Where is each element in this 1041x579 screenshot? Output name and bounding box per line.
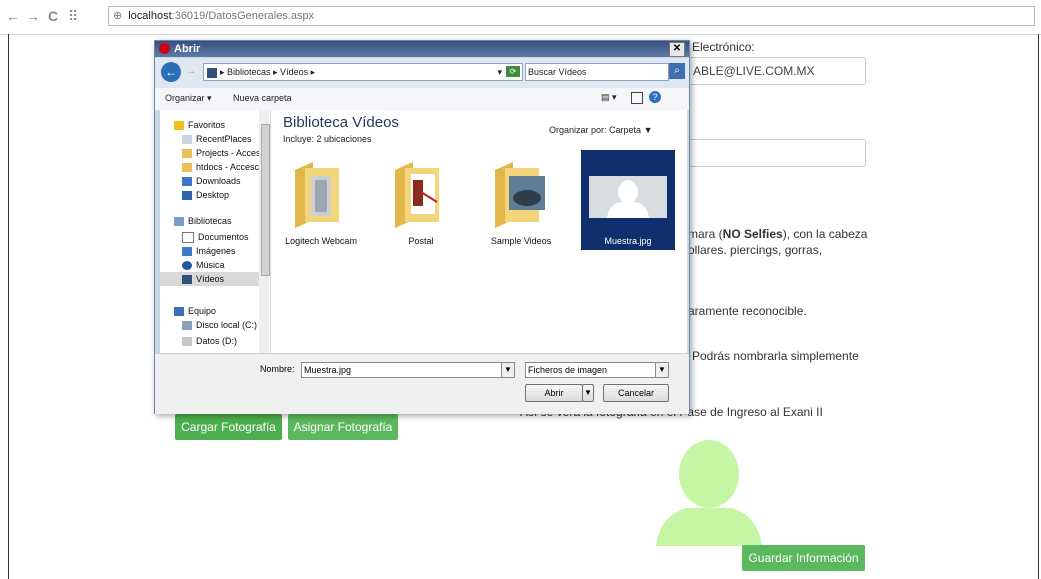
site-info-icon[interactable]: ⊕ (113, 10, 122, 22)
file-item[interactable]: Logitech Webcam (271, 150, 371, 250)
file-item-label: Sample Videos (490, 236, 552, 246)
organize-menu[interactable]: Organizar ▾ (165, 93, 212, 104)
open-options-icon[interactable]: ▼ (582, 384, 594, 402)
drive-icon (182, 321, 192, 331)
star-icon (174, 121, 184, 131)
nav-images[interactable]: Imágenes (182, 244, 236, 258)
file-item-selected[interactable]: Muestra.jpg (581, 150, 675, 250)
dialog-toolbar: Organizar ▾ Nueva carpeta ▤ ▾ ? (155, 88, 689, 111)
instructions-line-4: Podrás nombrarla simplemente (692, 349, 859, 363)
nav-projects[interactable]: Projects - Acces (182, 146, 261, 160)
back-icon[interactable]: ← (6, 8, 20, 24)
nav-disk-c[interactable]: Disco local (C:) (182, 318, 257, 332)
nav-desktop[interactable]: Desktop (182, 188, 229, 202)
library-icon (174, 217, 184, 227)
nav-recent[interactable]: RecentPlaces (182, 132, 252, 146)
email-label: Electrónico: (692, 40, 755, 54)
close-icon[interactable]: ✕ (669, 42, 685, 57)
upload-photo-button[interactable]: Cargar Fotografía (175, 414, 282, 440)
search-icon[interactable]: ⌕ (669, 63, 685, 79)
nav-videos[interactable]: Vídeos (160, 272, 259, 286)
url-host: localhost (128, 10, 172, 22)
nav-music[interactable]: Música (182, 258, 225, 272)
browser-toolbar: ← → C ⠿ ⊕ localhost:36019/DatosGenerales.… (0, 0, 1041, 35)
new-folder-button[interactable]: Nueva carpeta (233, 93, 292, 103)
desktop-icon (182, 191, 192, 201)
folder-icon (182, 149, 192, 159)
dialog-titlebar: Abrir ✕ (155, 41, 689, 57)
dialog-footer: Nombre: Muestra.jpg ▼ Ficheros de imagen… (155, 353, 689, 414)
nav-htdocs[interactable]: htdocs - Accesc (182, 160, 259, 174)
preview-pane-icon[interactable] (631, 92, 643, 104)
chevron-down-icon[interactable]: ▾ (497, 64, 502, 80)
viewport-border-right (1038, 34, 1039, 579)
image-icon (182, 247, 192, 257)
file-item-label: Logitech Webcam (285, 236, 357, 246)
url-path: :36019/DatosGenerales.aspx (171, 10, 315, 22)
reload-icon[interactable]: C (48, 8, 58, 24)
cancel-button[interactable]: Cancelar (603, 384, 669, 402)
text-field[interactable] (688, 139, 866, 167)
video-icon (182, 275, 192, 285)
folder-icon (495, 162, 545, 228)
chevron-down-icon[interactable]: ▼ (501, 362, 515, 378)
nav-documents[interactable]: Documentos (182, 230, 249, 244)
open-button[interactable]: Abrir (525, 384, 583, 402)
library-title: Biblioteca Vídeos (283, 114, 399, 131)
view-options-icon[interactable]: ▤ ▾ (601, 92, 617, 103)
navigation-pane: Favoritos RecentPlaces Projects - Acces … (160, 110, 271, 353)
file-list: Biblioteca Vídeos Incluye: 2 ubicaciones… (271, 110, 687, 353)
save-info-button[interactable]: Guardar Información (742, 545, 865, 571)
nav-computer[interactable]: Equipo (174, 304, 216, 318)
forward-icon[interactable]: → (26, 8, 40, 24)
viewport-border-left (8, 34, 9, 579)
recent-icon (182, 135, 192, 145)
library-subtitle: Incluye: 2 ubicaciones (283, 134, 372, 144)
nav-favorites[interactable]: Favoritos (174, 118, 225, 132)
drive-icon (182, 337, 192, 347)
forward-arrow-icon[interactable]: → (183, 64, 199, 80)
file-item-label: Postal (408, 236, 434, 246)
file-item[interactable]: Postal (371, 150, 471, 250)
opera-icon (159, 43, 170, 54)
folder-icon (182, 163, 192, 173)
instructions-line-3: aramente reconocible. (688, 304, 807, 318)
apps-icon[interactable]: ⠿ (68, 8, 78, 25)
folder-icon (295, 162, 339, 228)
folder-icon (395, 162, 439, 228)
download-icon (182, 177, 192, 187)
nav-disk-d[interactable]: Datos (D:) (182, 334, 237, 348)
chevron-down-icon[interactable]: ▼ (655, 362, 669, 378)
assign-photo-button[interactable]: Asignar Fotografía (288, 414, 398, 440)
document-icon (182, 232, 194, 244)
breadcrumb[interactable]: ▸ Bibliotecas ▸ Vídeos ▸ ▾ ⟳ (203, 63, 523, 81)
arrange-by[interactable]: Organizar por: Carpeta ▼ (549, 125, 652, 135)
nav-scrollbar-thumb[interactable] (261, 124, 270, 276)
help-icon[interactable]: ? (649, 91, 661, 103)
file-item-label: Muestra.jpg (604, 236, 652, 246)
search-input[interactable]: Buscar Vídeos (525, 63, 669, 81)
nav-downloads[interactable]: Downloads (182, 174, 241, 188)
nav-libraries[interactable]: Bibliotecas (174, 214, 232, 228)
dialog-title: Abrir (174, 43, 201, 55)
filename-label: Nombre: (260, 364, 295, 374)
videos-folder-icon (207, 67, 217, 78)
image-thumbnail-icon (589, 176, 667, 218)
instructions-line-2: ollares. piercings, gorras, (688, 243, 823, 257)
refresh-icon[interactable]: ⟳ (506, 66, 520, 77)
computer-icon (174, 307, 184, 317)
back-arrow-icon[interactable]: ← (161, 62, 181, 82)
filename-input[interactable]: Muestra.jpg (301, 362, 513, 378)
filetype-select[interactable]: Ficheros de imagen (525, 362, 659, 378)
instructions-line-1: mara (NO Selfies), con la cabeza (688, 227, 868, 241)
breadcrumb-path: ▸ Bibliotecas ▸ Vídeos ▸ (220, 67, 316, 77)
file-item[interactable]: Sample Videos (471, 150, 571, 250)
music-icon (182, 261, 192, 271)
email-field[interactable]: ABLE@LIVE.COM.MX (688, 57, 866, 85)
avatar-placeholder (646, 438, 772, 546)
address-bar[interactable]: ⊕ localhost:36019/DatosGenerales.aspx (108, 6, 1035, 26)
open-file-dialog: Abrir ✕ ← → ▸ Bibliotecas ▸ Vídeos ▸ ▾ ⟳… (154, 40, 690, 414)
